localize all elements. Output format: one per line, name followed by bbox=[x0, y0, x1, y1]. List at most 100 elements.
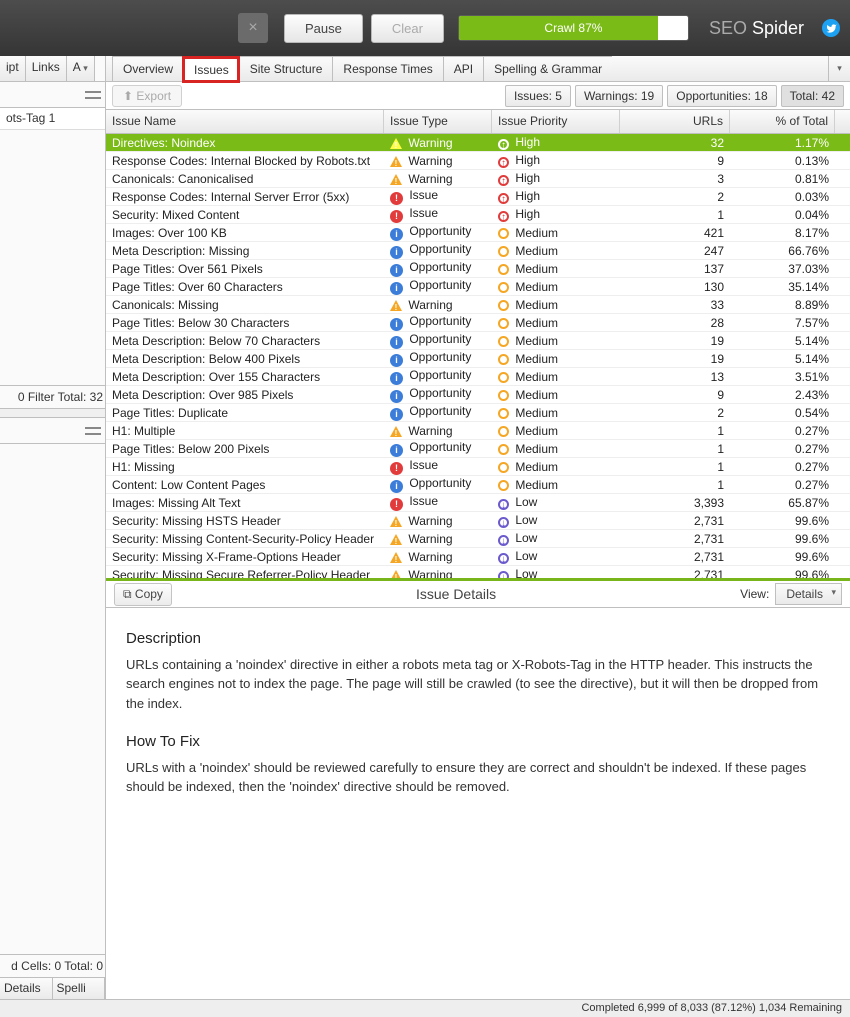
table-row[interactable]: Security: Missing HSTS Header Warning Lo… bbox=[106, 512, 850, 530]
opp-icon bbox=[390, 264, 403, 277]
col-issue-name[interactable]: Issue Name bbox=[106, 110, 384, 133]
priority-med-icon bbox=[498, 228, 509, 239]
cell-issue-type: Warning bbox=[384, 153, 492, 169]
cell-pct: 5.14% bbox=[730, 333, 835, 349]
table-row[interactable]: Images: Over 100 KB Opportunity Medium42… bbox=[106, 224, 850, 242]
cell-urls: 421 bbox=[620, 225, 730, 241]
table-row[interactable]: H1: Multiple Warning Medium10.27% bbox=[106, 422, 850, 440]
left-tag-cell[interactable]: ots-Tag 1 bbox=[0, 108, 105, 130]
tabs-overflow-icon[interactable]: ▾ bbox=[828, 56, 850, 81]
cell-pct: 99.6% bbox=[730, 531, 835, 547]
cell-issue-name: Security: Mixed Content bbox=[106, 207, 384, 223]
copy-button[interactable]: ⧉ Copy bbox=[114, 583, 172, 606]
col-pct[interactable]: % of Total bbox=[730, 110, 835, 133]
left-tab-ipt[interactable]: ipt bbox=[0, 56, 26, 81]
table-row[interactable]: Content: Low Content Pages Opportunity M… bbox=[106, 476, 850, 494]
view-dropdown[interactable]: Details bbox=[775, 583, 842, 605]
tab-overview[interactable]: Overview bbox=[112, 56, 183, 81]
cell-issue-type: Opportunity bbox=[384, 331, 492, 350]
table-row[interactable]: Response Codes: Internal Server Error (5… bbox=[106, 188, 850, 206]
cell-pct: 66.76% bbox=[730, 243, 835, 259]
cell-issue-priority: Low bbox=[492, 530, 620, 547]
cell-issue-priority: Medium bbox=[492, 387, 620, 403]
cell-urls: 130 bbox=[620, 279, 730, 295]
cell-issue-type: Opportunity bbox=[384, 313, 492, 332]
pill-issues[interactable]: Issues: 5 bbox=[505, 85, 571, 107]
cell-issue-name: Directives: Noindex bbox=[106, 135, 384, 151]
left-tab-links[interactable]: Links bbox=[26, 56, 67, 81]
tab-site-structure[interactable]: Site Structure bbox=[239, 56, 333, 81]
main-panel: Overview Issues Site Structure Response … bbox=[106, 56, 850, 999]
cell-issue-name: Images: Over 100 KB bbox=[106, 225, 384, 241]
clear-button[interactable]: Clear bbox=[371, 14, 444, 43]
pill-warnings[interactable]: Warnings: 19 bbox=[575, 85, 663, 107]
table-row[interactable]: Page Titles: Over 60 Characters Opportun… bbox=[106, 278, 850, 296]
table-row[interactable]: Response Codes: Internal Blocked by Robo… bbox=[106, 152, 850, 170]
filter-sliders-icon[interactable] bbox=[85, 88, 101, 102]
cell-urls: 19 bbox=[620, 351, 730, 367]
priority-high-icon bbox=[498, 175, 509, 186]
cell-issue-type: Warning bbox=[384, 423, 492, 439]
left-bottab-details[interactable]: Details bbox=[0, 978, 53, 999]
issue-icon bbox=[390, 462, 403, 475]
col-urls[interactable]: URLs bbox=[620, 110, 730, 133]
cell-issue-type: Opportunity bbox=[384, 385, 492, 404]
table-row[interactable]: Directives: Noindex Warning High321.17% bbox=[106, 134, 850, 152]
cell-issue-priority: Medium bbox=[492, 225, 620, 241]
table-row[interactable]: H1: Missing Issue Medium10.27% bbox=[106, 458, 850, 476]
priority-med-icon bbox=[498, 390, 509, 401]
left-cells-status: d Cells: 0 Total: 0 bbox=[0, 954, 105, 977]
col-issue-priority[interactable]: Issue Priority bbox=[492, 110, 620, 133]
export-button[interactable]: ⬆ Export bbox=[112, 85, 182, 107]
table-row[interactable]: Security: Mixed Content Issue High10.04% bbox=[106, 206, 850, 224]
table-row[interactable]: Meta Description: Below 70 Characters Op… bbox=[106, 332, 850, 350]
priority-low-icon bbox=[498, 553, 509, 564]
cell-urls: 3 bbox=[620, 171, 730, 187]
cell-pct: 0.27% bbox=[730, 459, 835, 475]
table-row[interactable]: Canonicals: Canonicalised Warning High30… bbox=[106, 170, 850, 188]
table-row[interactable]: Images: Missing Alt Text Issue Low3,3936… bbox=[106, 494, 850, 512]
filter-sliders-icon[interactable] bbox=[85, 424, 101, 438]
twitter-icon[interactable] bbox=[822, 19, 840, 37]
priority-med-icon bbox=[498, 408, 509, 419]
opp-icon bbox=[390, 480, 403, 493]
table-row[interactable]: Page Titles: Duplicate Opportunity Mediu… bbox=[106, 404, 850, 422]
cell-issue-name: Security: Missing X-Frame-Options Header bbox=[106, 549, 384, 565]
table-row[interactable]: Meta Description: Below 400 Pixels Oppor… bbox=[106, 350, 850, 368]
table-row[interactable]: Page Titles: Below 200 Pixels Opportunit… bbox=[106, 440, 850, 458]
table-row[interactable]: Page Titles: Below 30 Characters Opportu… bbox=[106, 314, 850, 332]
cell-urls: 137 bbox=[620, 261, 730, 277]
tab-response-times[interactable]: Response Times bbox=[332, 56, 442, 81]
priority-med-icon bbox=[498, 264, 509, 275]
table-row[interactable]: Meta Description: Over 985 Pixels Opport… bbox=[106, 386, 850, 404]
cell-pct: 0.04% bbox=[730, 207, 835, 223]
opp-icon bbox=[390, 354, 403, 367]
table-row[interactable]: Page Titles: Over 561 Pixels Opportunity… bbox=[106, 260, 850, 278]
left-sidebar: ipt Links A ots-Tag 1 0 Filter Total: 32… bbox=[0, 56, 106, 999]
pill-opportunities[interactable]: Opportunities: 18 bbox=[667, 85, 776, 107]
warn-icon bbox=[390, 174, 402, 185]
issue-details-body: Description URLs containing a 'noindex' … bbox=[106, 608, 850, 999]
table-row[interactable]: Security: Missing Secure Referrer-Policy… bbox=[106, 566, 850, 578]
left-bottab-spelling[interactable]: Spelli bbox=[53, 978, 106, 999]
close-tab-icon[interactable]: × bbox=[238, 13, 268, 43]
table-row[interactable]: Meta Description: Missing Opportunity Me… bbox=[106, 242, 850, 260]
cell-pct: 0.27% bbox=[730, 441, 835, 457]
tab-spelling-grammar[interactable]: Spelling & Grammar bbox=[483, 56, 612, 81]
table-row[interactable]: Canonicals: Missing Warning Medium338.89… bbox=[106, 296, 850, 314]
tab-issues[interactable]: Issues bbox=[183, 57, 239, 82]
col-issue-type[interactable]: Issue Type bbox=[384, 110, 492, 133]
table-row[interactable]: Meta Description: Over 155 Characters Op… bbox=[106, 368, 850, 386]
table-row[interactable]: Security: Missing X-Frame-Options Header… bbox=[106, 548, 850, 566]
opp-icon bbox=[390, 390, 403, 403]
warn-icon bbox=[390, 516, 402, 527]
tab-api[interactable]: API bbox=[443, 56, 483, 81]
cell-pct: 99.6% bbox=[730, 567, 835, 579]
table-row[interactable]: Security: Missing Content-Security-Polic… bbox=[106, 530, 850, 548]
cell-pct: 5.14% bbox=[730, 351, 835, 367]
left-tab-a[interactable]: A bbox=[67, 56, 95, 81]
pause-button[interactable]: Pause bbox=[284, 14, 363, 43]
cell-issue-name: Response Codes: Internal Blocked by Robo… bbox=[106, 153, 384, 169]
cell-issue-priority: Medium bbox=[492, 315, 620, 331]
cell-urls: 2,731 bbox=[620, 567, 730, 579]
